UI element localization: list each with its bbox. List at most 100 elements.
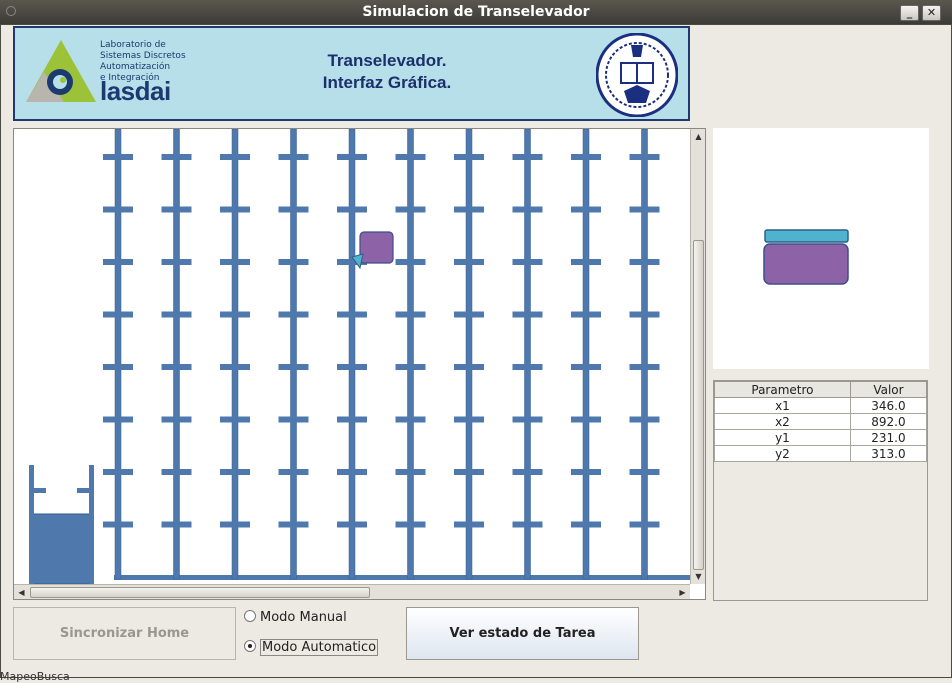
rack-slot [395, 364, 426, 370]
pickup-station-arm [29, 488, 46, 493]
minimize-button[interactable]: _ [900, 5, 919, 21]
rack-slot [629, 311, 660, 318]
horizontal-scroll-thumb[interactable] [30, 587, 370, 598]
rack-slot [103, 259, 133, 265]
modo-manual-label[interactable]: Modo Manual [260, 610, 347, 625]
scroll-up-icon[interactable]: ▲ [691, 129, 706, 144]
rack-slot [337, 521, 367, 528]
rack-slot [161, 364, 192, 370]
rack-slot [454, 259, 484, 265]
window-titlebar: Simulacion de Transelevador _ ✕ [0, 0, 952, 24]
rack-slot [512, 154, 543, 160]
rack-slot [161, 154, 192, 160]
scroll-right-icon[interactable]: ▶ [675, 585, 690, 600]
rack-slot [395, 311, 426, 318]
modo-manual-radio[interactable]: Modo Manual [244, 610, 347, 625]
radio-selected-icon[interactable] [244, 640, 256, 652]
app-title-line: Transelevador. [327, 51, 447, 70]
rack-slot [571, 154, 601, 160]
vertical-scroll-thumb[interactable] [693, 240, 704, 570]
pickup-station [29, 513, 94, 584]
rack-slot [454, 154, 484, 160]
close-button[interactable]: ✕ [922, 5, 941, 21]
rack-column [348, 129, 356, 580]
rack-slot [103, 154, 133, 160]
param-name-cell[interactable]: x2 [714, 413, 851, 430]
param-name-cell[interactable]: x1 [714, 397, 851, 414]
rack-slot [220, 469, 250, 475]
rack-slot [395, 206, 426, 213]
radio-icon[interactable] [244, 610, 256, 622]
lab-line: Sistemas Discretos [100, 51, 186, 61]
rack-slot [103, 311, 133, 318]
carriage-preview-panel [713, 128, 929, 369]
table-row[interactable]: y1 231.0 [714, 429, 928, 446]
rack-slot [337, 416, 367, 423]
rack-column [524, 129, 531, 580]
view-task-status-button[interactable]: Ver estado de Tarea [406, 607, 639, 660]
rack-column [641, 129, 648, 580]
rack-slot [161, 521, 192, 528]
modo-automatico-label[interactable]: Modo Automatico [260, 639, 379, 656]
rack-slot [395, 416, 426, 423]
rack-slot [220, 206, 250, 213]
lab-line: Laboratorio de [100, 40, 166, 50]
sync-home-button[interactable]: Sincronizar Home [13, 607, 236, 660]
rack-slot [629, 259, 660, 265]
rack-slot [337, 469, 367, 475]
param-name-cell[interactable]: y1 [714, 429, 851, 446]
rack-slot [161, 416, 192, 423]
param-value-cell[interactable]: 231.0 [849, 429, 928, 446]
rack-slot [512, 259, 543, 265]
rack-slot [571, 206, 601, 213]
app-title-line: Interfaz Gráfica. [322, 73, 452, 92]
rack-column [465, 129, 473, 580]
rack-slot [278, 154, 309, 160]
pickup-station-arm [77, 488, 94, 493]
rack-slot [571, 469, 601, 475]
rack-slot [278, 364, 309, 370]
table-row[interactable]: y2 313.0 [714, 445, 928, 462]
rack-slot [161, 206, 192, 213]
background-window-label: MapeoBusca [0, 670, 70, 683]
rack-slot [454, 469, 484, 475]
param-value-cell[interactable]: 346.0 [849, 397, 928, 414]
scroll-down-icon[interactable]: ▼ [691, 569, 706, 584]
rack-slot [278, 469, 309, 475]
params-table-panel: Parametro Valor x1 346.0 x2 892.0 y1 231… [713, 380, 928, 601]
rack-column [114, 129, 122, 580]
rack-slot [220, 154, 250, 160]
modo-automatico-radio[interactable]: Modo Automatico [244, 639, 379, 656]
rack-slot [220, 259, 250, 265]
rack-slot [454, 416, 484, 423]
rack-slot [571, 416, 601, 423]
rack-slot [395, 259, 426, 265]
rack-slot [220, 416, 250, 423]
horizontal-scrollbar[interactable]: ◀ ▶ [14, 584, 690, 599]
params-table: Parametro Valor x1 346.0 x2 892.0 y1 231… [714, 381, 928, 462]
lab-line: Automatización [100, 62, 171, 72]
rack-slot [220, 364, 250, 370]
lab-name: lasdai [100, 76, 171, 106]
rack-slot [278, 416, 309, 423]
rack-slot [629, 206, 660, 213]
table-row[interactable]: x2 892.0 [714, 413, 928, 430]
column-header[interactable]: Valor [849, 381, 928, 398]
rack-slot [395, 469, 426, 475]
window-title: Simulacion de Transelevador [362, 4, 590, 20]
scroll-left-icon[interactable]: ◀ [14, 585, 29, 600]
rack-slot [512, 416, 543, 423]
rack-column [231, 129, 239, 580]
rack-slot [278, 521, 309, 528]
rack-slot [103, 364, 133, 370]
rack-slot [571, 521, 601, 528]
vertical-scrollbar[interactable]: ▲ ▼ [690, 129, 705, 584]
param-name-cell[interactable]: y2 [714, 445, 851, 462]
rack-slot [337, 364, 367, 370]
rack-canvas [29, 129, 690, 584]
column-header[interactable]: Parametro [714, 381, 851, 398]
param-value-cell[interactable]: 313.0 [849, 445, 928, 462]
table-row[interactable]: x1 346.0 [714, 397, 928, 414]
param-value-cell[interactable]: 892.0 [849, 413, 928, 430]
rack-slot [629, 416, 660, 423]
